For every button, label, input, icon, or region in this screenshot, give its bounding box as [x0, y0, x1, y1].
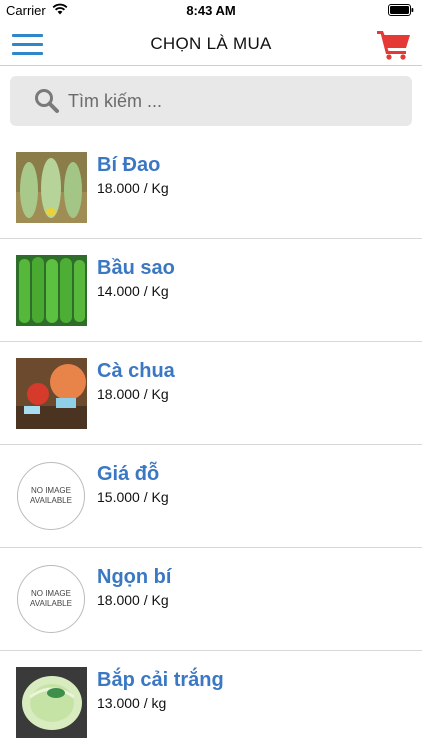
product-price: 15.000 / Kg: [97, 489, 169, 505]
shopping-cart-icon[interactable]: [376, 28, 412, 60]
product-item-bau-sao[interactable]: Bầu sao 14.000 / Kg: [0, 239, 422, 342]
product-name: Bí Đao: [97, 154, 161, 176]
status-time: 8:43 AM: [186, 3, 236, 18]
search-icon: [35, 89, 59, 113]
app-screen: Carrier 8:43 AM CHỌN LÀ MUA Tìm kiếm ...…: [0, 0, 422, 750]
navigation-bar: CHỌN LÀ MUA: [0, 22, 422, 66]
product-name: Giá đỗ: [97, 463, 160, 485]
no-image-placeholder: NO IMAGE AVAILABLE: [17, 565, 85, 633]
product-name: Bầu sao: [97, 257, 175, 279]
product-item-gia-do[interactable]: NO IMAGE AVAILABLE Giá đỗ 15.000 / Kg: [0, 445, 422, 548]
product-image: [16, 358, 87, 429]
product-image: [16, 152, 87, 223]
product-price: 18.000 / Kg: [97, 386, 169, 402]
product-item-ca-chua[interactable]: Cà chua 18.000 / Kg: [0, 342, 422, 445]
page-title: CHỌN LÀ MUA: [150, 34, 272, 53]
product-image: [16, 255, 87, 326]
product-price: 18.000 / Kg: [97, 180, 169, 196]
product-price: 18.000 / Kg: [97, 592, 169, 608]
product-item-bap-cai-trang[interactable]: Bắp cải trắng 13.000 / kg: [0, 651, 422, 750]
product-price: 13.000 / kg: [97, 695, 167, 711]
search-input[interactable]: [68, 85, 398, 117]
battery-icon: [388, 4, 414, 16]
product-item-bi-dao[interactable]: Bí Đao 18.000 / Kg: [0, 136, 422, 239]
no-image-placeholder: NO IMAGE AVAILABLE: [17, 462, 85, 530]
product-image: [16, 667, 87, 738]
product-name: Ngọn bí: [97, 566, 172, 588]
search-bar[interactable]: [10, 76, 412, 126]
product-name: Bắp cải trắng: [97, 669, 224, 691]
product-price: 14.000 / Kg: [97, 283, 169, 299]
product-item-ngon-bi[interactable]: NO IMAGE AVAILABLE Ngọn bí 18.000 / Kg: [0, 548, 422, 651]
product-list: Bí Đao 18.000 / Kg Bầu sao 14.000 / Kg C…: [0, 136, 422, 750]
product-name: Cà chua: [97, 360, 175, 382]
status-bar: Carrier 8:43 AM: [0, 0, 422, 22]
